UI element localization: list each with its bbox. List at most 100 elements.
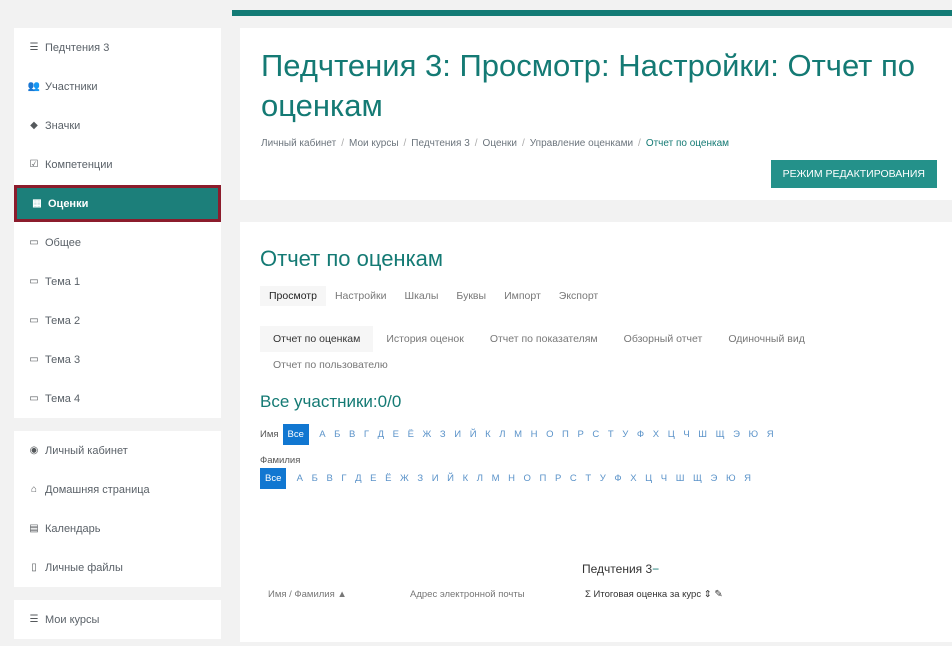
letter-filter-fn-20[interactable]: У: [622, 429, 628, 440]
letter-filter-fn-26[interactable]: Щ: [716, 429, 725, 440]
letter-filter-ln-29[interactable]: Я: [744, 473, 751, 484]
letter-filter-ln-9[interactable]: И: [432, 473, 439, 484]
letter-filter-ln-28[interactable]: Ю: [726, 473, 736, 484]
letter-filter-fn-14[interactable]: Н: [531, 429, 538, 440]
letter-filter-ln-3[interactable]: Г: [341, 473, 346, 484]
letter-filter-ln-13[interactable]: М: [492, 473, 500, 484]
letter-filter-fn-17[interactable]: Р: [577, 429, 583, 440]
letter-filter-fn-1[interactable]: Б: [334, 429, 340, 440]
letter-filter-ln-15[interactable]: О: [524, 473, 531, 484]
letter-filter-fn-27[interactable]: Э: [733, 429, 740, 440]
sidebar-item-group1-8[interactable]: ▭ Тема 3: [14, 340, 221, 379]
letter-filter-fn-11[interactable]: К: [485, 429, 491, 440]
sort-icon[interactable]: ⇕: [704, 589, 712, 600]
letter-filter-ln-17[interactable]: Р: [555, 473, 561, 484]
sidebar-item-group1-0[interactable]: ☰ Педчтения 3: [14, 28, 221, 67]
letter-filter-fn-24[interactable]: Ч: [683, 429, 689, 440]
letter-filter-fn-16[interactable]: П: [562, 429, 569, 440]
sidebar-item-group1-4[interactable]: ▦ Оценки: [14, 185, 221, 222]
course-column-header[interactable]: Педчтения 3−: [582, 562, 659, 576]
letter-filter-fn-2[interactable]: В: [349, 429, 355, 440]
tab-secondary-2[interactable]: Отчет по показателям: [477, 326, 611, 352]
tab-primary-4[interactable]: Импорт: [495, 286, 550, 306]
letter-filter-fn-15[interactable]: О: [546, 429, 553, 440]
breadcrumb-item[interactable]: Отчет по оценкам: [646, 138, 729, 149]
letter-filter-fn-23[interactable]: Ц: [668, 429, 675, 440]
letter-filter-fn-22[interactable]: Х: [653, 429, 659, 440]
letter-filter-ln-11[interactable]: К: [463, 473, 469, 484]
letter-filter-fn-18[interactable]: С: [592, 429, 599, 440]
sidebar-item-group1-7[interactable]: ▭ Тема 2: [14, 301, 221, 340]
tab-secondary-3[interactable]: Обзорный отчет: [611, 326, 716, 352]
sort-asc-icon[interactable]: ▲: [337, 589, 346, 600]
letter-filter-ln-23[interactable]: Ц: [645, 473, 652, 484]
tab-secondary-5[interactable]: Отчет по пользователю: [260, 352, 401, 378]
sidebar-item-group2-0[interactable]: ◉ Личный кабинет: [14, 431, 221, 470]
sidebar-item-group1-6[interactable]: ▭ Тема 1: [14, 262, 221, 301]
letter-filter-ln-14[interactable]: Н: [508, 473, 515, 484]
letter-filter-ln-8[interactable]: З: [417, 473, 423, 484]
letter-filter-ln-1[interactable]: Б: [312, 473, 318, 484]
breadcrumb-item[interactable]: Управление оценками: [530, 138, 633, 149]
sidebar-item-group1-5[interactable]: ▭ Общее: [14, 223, 221, 262]
tab-primary-0[interactable]: Просмотр: [260, 286, 326, 306]
sidebar-item-group1-9[interactable]: ▭ Тема 4: [14, 379, 221, 418]
edit-mode-button[interactable]: РЕЖИМ РЕДАКТИРОВАНИЯ: [770, 160, 937, 188]
letter-filter-ln-25[interactable]: Ш: [676, 473, 685, 484]
letter-filter-ln-2[interactable]: В: [326, 473, 332, 484]
letter-filter-ln-27[interactable]: Э: [711, 473, 718, 484]
tab-secondary-1[interactable]: История оценок: [373, 326, 476, 352]
tab-primary-3[interactable]: Буквы: [447, 286, 495, 306]
last-name-all-button[interactable]: Все: [260, 468, 287, 489]
tab-secondary-4[interactable]: Одиночный вид: [715, 326, 818, 352]
sidebar-item-group1-1[interactable]: 👥 Участники: [14, 67, 221, 106]
tab-primary-5[interactable]: Экспорт: [550, 286, 607, 306]
letter-filter-fn-5[interactable]: Е: [393, 429, 399, 440]
letter-filter-fn-25[interactable]: Ш: [698, 429, 707, 440]
email-column-header[interactable]: Адрес электронной почты: [410, 589, 525, 600]
tab-secondary-0[interactable]: Отчет по оценкам: [260, 326, 374, 352]
breadcrumb-item[interactable]: Педчтения 3: [411, 138, 469, 149]
letter-filter-ln-26[interactable]: Щ: [693, 473, 702, 484]
tab-primary-2[interactable]: Шкалы: [395, 286, 447, 306]
letter-filter-ln-12[interactable]: Л: [477, 473, 483, 484]
letter-filter-fn-9[interactable]: И: [454, 429, 461, 440]
sidebar-item-group2-2[interactable]: ▤ Календарь: [14, 509, 221, 548]
letter-filter-ln-22[interactable]: Х: [630, 473, 636, 484]
letter-filter-ln-20[interactable]: У: [600, 473, 606, 484]
letter-filter-fn-7[interactable]: Ж: [423, 429, 432, 440]
letter-filter-fn-3[interactable]: Г: [364, 429, 369, 440]
sidebar-item-group3-0[interactable]: ☰ Мои курсы: [14, 600, 221, 639]
letter-filter-ln-24[interactable]: Ч: [661, 473, 667, 484]
breadcrumb-item[interactable]: Личный кабинет: [261, 138, 336, 149]
collapse-icon[interactable]: −: [652, 562, 659, 576]
letter-filter-fn-19[interactable]: Т: [608, 429, 614, 440]
letter-filter-ln-7[interactable]: Ж: [400, 473, 409, 484]
pencil-icon[interactable]: ✎: [714, 589, 722, 600]
letter-filter-ln-10[interactable]: Й: [447, 473, 454, 484]
letter-filter-ln-5[interactable]: Е: [370, 473, 376, 484]
course-total-column-header[interactable]: Σ Итоговая оценка за курс ⇕ ✎: [585, 589, 723, 600]
letter-filter-fn-28[interactable]: Ю: [748, 429, 758, 440]
letter-filter-ln-16[interactable]: П: [540, 473, 547, 484]
letter-filter-ln-21[interactable]: Ф: [614, 473, 621, 484]
letter-filter-fn-29[interactable]: Я: [767, 429, 774, 440]
letter-filter-fn-8[interactable]: З: [440, 429, 446, 440]
sidebar-item-group1-2[interactable]: ◆ Значки: [14, 106, 221, 145]
tab-primary-1[interactable]: Настройки: [326, 286, 396, 306]
breadcrumb-item[interactable]: Мои курсы: [349, 138, 399, 149]
letter-filter-fn-13[interactable]: М: [514, 429, 522, 440]
letter-filter-ln-19[interactable]: Т: [585, 473, 591, 484]
letter-filter-ln-18[interactable]: С: [570, 473, 577, 484]
breadcrumb-item[interactable]: Оценки: [483, 138, 517, 149]
letter-filter-fn-12[interactable]: Л: [499, 429, 505, 440]
sidebar-item-group2-3[interactable]: ▯ Личные файлы: [14, 548, 221, 587]
first-name-all-button[interactable]: Все: [282, 424, 309, 445]
letter-filter-ln-4[interactable]: Д: [355, 473, 361, 484]
sidebar-item-group1-3[interactable]: ☑ Компетенции: [14, 145, 221, 184]
letter-filter-ln-6[interactable]: Ё: [385, 473, 391, 484]
letter-filter-fn-0[interactable]: А: [319, 429, 325, 440]
letter-filter-fn-21[interactable]: Ф: [637, 429, 644, 440]
letter-filter-fn-4[interactable]: Д: [378, 429, 384, 440]
letter-filter-ln-0[interactable]: А: [297, 473, 303, 484]
